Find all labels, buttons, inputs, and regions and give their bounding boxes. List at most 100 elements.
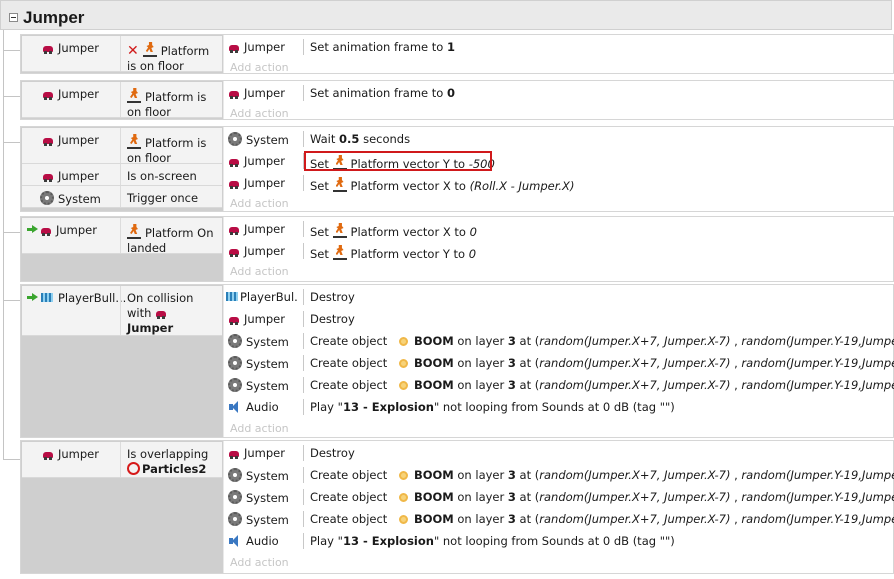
add-action-link[interactable]: Add action: [230, 197, 289, 210]
divider: [303, 445, 304, 461]
action-object-name: System: [246, 513, 289, 527]
action-object-name: Audio: [246, 534, 279, 548]
action-object: PlayerBul...: [225, 290, 297, 304]
action-object: System: [228, 490, 300, 505]
condition[interactable]: Jumper Is overlapping Particles2: [22, 442, 222, 478]
action-text: Create object BOOM on layer 3 at (random…: [310, 468, 894, 482]
action[interactable]: System Create object BOOM on layer 3 at …: [224, 374, 894, 396]
action-label: on layer: [453, 334, 508, 348]
condition-object-name: Jumper: [56, 223, 97, 237]
condition-object-name: PlayerBull...: [58, 291, 127, 305]
action-label: " not looping from Sounds at 0 dB (tag "…: [433, 400, 675, 414]
jumper-icon: [42, 450, 54, 460]
condition-text: Platform is on floor: [127, 133, 221, 166]
action[interactable]: System Wait 0.5 seconds: [224, 128, 893, 150]
action-label: vector X to: [399, 225, 470, 239]
action-object: System: [228, 378, 300, 393]
action[interactable]: System Create object BOOM on layer 3 at …: [224, 330, 894, 352]
condition[interactable]: Jumper Platform On landed: [22, 218, 222, 255]
action-label: at (: [515, 334, 540, 348]
event-block[interactable]: Jumper Platform is on floor Jumper Set a…: [20, 80, 894, 120]
tree-branch: [3, 96, 21, 97]
collapse-toggle-icon[interactable]: [9, 13, 18, 22]
add-action-link[interactable]: Add action: [230, 61, 289, 74]
action-object: System: [228, 512, 300, 527]
action-label: Wait: [310, 132, 340, 146]
action[interactable]: System Create object BOOM on layer 3 at …: [224, 464, 894, 486]
condition[interactable]: Jumper ✕ Platform is on floor: [22, 36, 222, 73]
event-block[interactable]: Jumper Platform is on floor Jumper Is on…: [20, 126, 894, 212]
event-block[interactable]: Jumper Is overlapping Particles2 Jumper D…: [20, 440, 894, 574]
divider: [120, 82, 121, 117]
event-block[interactable]: PlayerBull... On collision with Jumper Pl…: [20, 284, 894, 438]
action-object-name: System: [246, 133, 289, 147]
jumper-icon: [228, 43, 240, 53]
add-action-link[interactable]: Add action: [230, 265, 289, 278]
action-label: Create object: [310, 356, 391, 370]
action[interactable]: Jumper Set Platform vector Y to 0: [224, 240, 893, 262]
action-label: Create object: [310, 334, 391, 348]
player-bullet-icon: [40, 292, 54, 304]
jumper-icon: [228, 157, 240, 167]
divider: [120, 164, 121, 185]
x-expression: random(Jumper.X+7, Jumper.X-7): [539, 468, 731, 482]
divider: [303, 533, 304, 549]
divider: [303, 243, 304, 259]
action[interactable]: PlayerBul... Destroy: [224, 286, 893, 308]
jumper-icon: [228, 449, 240, 459]
condition[interactable]: Jumper Platform is on floor: [22, 128, 222, 166]
jumper-icon: [42, 44, 54, 54]
tree-branch: [3, 459, 21, 460]
system-gear-icon: [228, 356, 242, 370]
action[interactable]: Audio Play "13 - Explosion" not looping …: [224, 530, 893, 552]
condition[interactable]: Jumper Platform is on floor: [22, 82, 222, 119]
action-label: Destroy: [310, 446, 355, 460]
add-action-link[interactable]: Add action: [230, 422, 289, 435]
condition[interactable]: System Trigger once: [22, 186, 222, 208]
action[interactable]: Jumper Set animation frame to 0: [224, 82, 893, 104]
add-action-link[interactable]: Add action: [230, 556, 289, 569]
action-object-name: System: [246, 357, 289, 371]
condition-text: Is overlapping Particles2: [127, 447, 221, 477]
condition[interactable]: Jumper Is on-screen: [22, 164, 222, 186]
action[interactable]: System Create object BOOM on layer 3 at …: [224, 508, 894, 530]
platform-behavior-icon: [332, 244, 347, 260]
boom-sprite-icon: [398, 359, 408, 368]
action-label: on layer: [453, 468, 508, 482]
jumper-icon: [42, 90, 54, 100]
platform-behavior-icon: [332, 176, 347, 192]
action[interactable]: Jumper Set animation frame to 1: [224, 36, 893, 58]
object-name: BOOM: [413, 378, 454, 392]
divider: [303, 311, 304, 327]
event-group-header[interactable]: Jumper: [0, 0, 892, 30]
y-expression: random(Jumper.Y-19,Jumper.Y): [741, 468, 894, 482]
action[interactable]: Jumper Destroy: [224, 308, 893, 330]
add-action-link[interactable]: Add action: [230, 107, 289, 120]
jumper-icon: [42, 172, 54, 182]
divider: [303, 85, 304, 101]
sound-name: 13 - Explosion: [342, 534, 434, 548]
event-block[interactable]: Jumper ✕ Platform is on floor Jumper Set …: [20, 34, 894, 74]
action-object: System: [228, 334, 300, 349]
conditions-column: Jumper Platform is on floor: [21, 81, 223, 119]
action[interactable]: System Create object BOOM on layer 3 at …: [224, 486, 894, 508]
behavior-name: Platform: [350, 247, 400, 261]
action[interactable]: Jumper Set Platform vector X to 0: [224, 218, 893, 240]
action-object: Audio: [228, 400, 300, 414]
action-label: Create object: [310, 490, 391, 504]
divider: [303, 489, 304, 505]
action[interactable]: Jumper Set Platform vector Y to -500: [224, 150, 893, 172]
event-block[interactable]: Jumper Platform On landed Jumper Set Pla…: [20, 216, 894, 282]
condition[interactable]: PlayerBull... On collision with Jumper: [22, 286, 222, 336]
layer-value: 3: [507, 512, 516, 526]
action[interactable]: Jumper Set Platform vector X to (Roll.X …: [224, 172, 893, 194]
action[interactable]: Audio Play "13 - Explosion" not looping …: [224, 396, 893, 418]
invert-x-icon: ✕: [127, 43, 139, 59]
action-object-name: System: [246, 379, 289, 393]
action[interactable]: System Create object BOOM on layer 3 at …: [224, 352, 894, 374]
conditions-column: Jumper Platform On landed: [21, 217, 223, 281]
action[interactable]: Jumper Destroy: [224, 442, 893, 464]
action-object-name: Jumper: [244, 244, 285, 258]
audio-speaker-icon: [228, 535, 242, 547]
condition-label: with: [127, 306, 152, 320]
